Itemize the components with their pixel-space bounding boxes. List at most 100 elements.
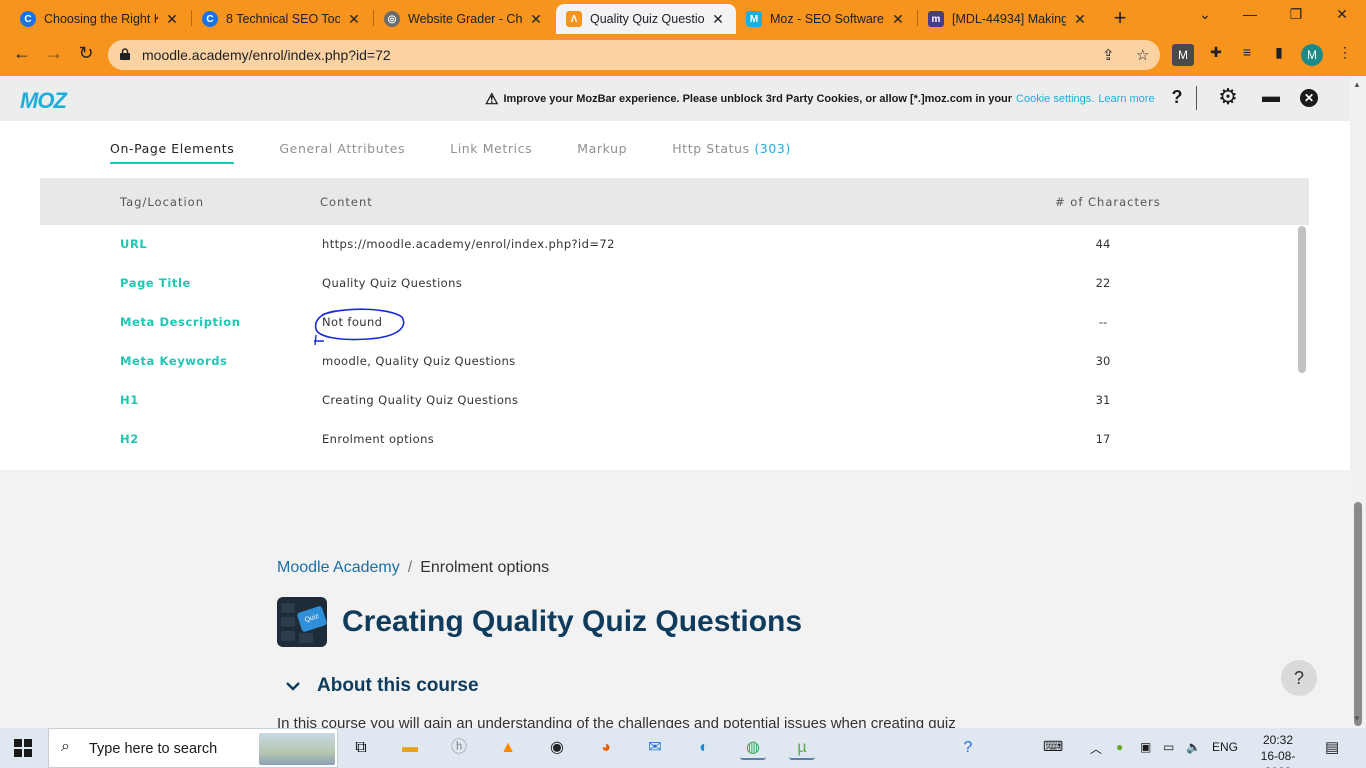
breadcrumb-current: Enrolment options	[420, 559, 550, 576]
breadcrumb-home-link[interactable]: Moodle Academy	[277, 559, 400, 576]
learn-more-link[interactable]: Learn more	[1098, 93, 1154, 105]
warning-triangle-icon: ⚠	[485, 91, 499, 108]
tab-general-attributes[interactable]: General Attributes	[279, 141, 405, 164]
bookmark-star-icon[interactable]: ☆	[1136, 46, 1149, 64]
table-row: URL https://moodle.academy/enrol/index.p…	[40, 225, 1295, 264]
tab-close-icon[interactable]: ✕	[164, 11, 180, 28]
close-window-icon[interactable]: ✕	[1332, 6, 1352, 23]
scroll-up-icon[interactable]: ▲	[1353, 80, 1361, 89]
table-row: Meta Description Not found --	[40, 303, 1295, 345]
page-scrollbar[interactable]: ▲ ▼	[1350, 76, 1366, 728]
row-chars: 22	[1095, 276, 1111, 290]
tab-close-icon[interactable]: ✕	[346, 11, 362, 28]
back-icon[interactable]: ←	[10, 43, 34, 64]
volume-icon[interactable]: 🔈	[1186, 740, 1201, 754]
http-status-count: (303)	[754, 141, 791, 156]
scroll-down-icon[interactable]: ▼	[1353, 714, 1361, 723]
browser-tab[interactable]: C 8 Technical SEO Tools ✕	[192, 4, 372, 34]
language-indicator[interactable]: ENG	[1212, 740, 1238, 754]
lock-icon	[120, 48, 130, 60]
keyboard-icon[interactable]: ⌨	[1043, 738, 1063, 755]
settings-gear-icon[interactable]: ⚙	[1216, 84, 1240, 110]
edge-icon[interactable]: ◐	[691, 736, 717, 760]
tab-search-icon[interactable]: ⌄	[1195, 6, 1215, 23]
taskbar-search-box[interactable]: ⌕ Type here to search	[48, 728, 338, 768]
about-section-toggle[interactable]: About this course	[285, 675, 479, 697]
clock-date: 16-08-2023	[1260, 749, 1296, 768]
cookie-warning: ⚠ Improve your MozBar experience. Please…	[485, 90, 1155, 108]
row-content: Enrolment options	[322, 432, 435, 446]
tab-http-status[interactable]: Http Status (303)	[672, 141, 791, 164]
row-chars: 17	[1095, 432, 1111, 446]
tab-title: Website Grader - Chec	[408, 12, 522, 26]
browser-tab-active[interactable]: Λ Quality Quiz Question ✕	[556, 4, 736, 34]
tab-close-icon[interactable]: ✕	[1072, 11, 1088, 28]
row-chars: 31	[1095, 393, 1111, 407]
utorrent-icon[interactable]: µ	[789, 736, 815, 760]
search-placeholder: Type here to search	[89, 741, 218, 757]
firefox-icon[interactable]: ◕	[593, 736, 619, 760]
restore-icon[interactable]: ❐	[1286, 6, 1306, 23]
file-explorer-icon[interactable]: ▬	[397, 736, 423, 760]
browser-tab[interactable]: m [MDL-44934] Making ✕	[918, 4, 1098, 34]
mozbar-help-icon[interactable]: ?	[1165, 87, 1189, 108]
moz-onpage-panel: On-Page Elements General Attributes Link…	[0, 121, 1350, 470]
http-status-label: Http Status	[672, 141, 750, 156]
reload-icon[interactable]: ↻	[74, 43, 98, 64]
c-favicon-icon: C	[20, 11, 36, 27]
notifications-icon[interactable]: ▤	[1325, 738, 1339, 756]
profile-avatar[interactable]: M	[1301, 44, 1323, 66]
row-tag: H2	[120, 432, 139, 446]
task-view-icon[interactable]: ⧉	[348, 736, 374, 760]
row-content: https://moodle.academy/enrol/index.php?i…	[322, 237, 615, 251]
hp-app-icon[interactable]: ⓗ	[446, 736, 472, 760]
windows-start-icon[interactable]	[14, 739, 32, 757]
side-panel-icon[interactable]: ▮	[1268, 44, 1290, 66]
panel-scrollbar[interactable]	[1298, 226, 1306, 373]
course-image: Quiz	[277, 597, 327, 647]
scrollbar-thumb[interactable]	[1354, 502, 1362, 726]
browser-tab[interactable]: C Choosing the Right Ke ✕	[10, 4, 190, 34]
system-clock[interactable]: 20:32 16-08-2023	[1250, 732, 1306, 768]
tab-title: Choosing the Right Ke	[44, 12, 158, 26]
moz-logo[interactable]: MOZ	[20, 88, 67, 114]
browser-tab[interactable]: M Moz - SEO Software fo ✕	[736, 4, 916, 34]
tray-device-icon[interactable]: ▣	[1140, 740, 1151, 754]
mail-icon[interactable]: ✉	[642, 736, 668, 760]
minimize-icon[interactable]: —	[1240, 6, 1260, 22]
extensions-puzzle-icon[interactable]: ✚	[1205, 44, 1227, 66]
tray-app-icon[interactable]: ●	[1116, 740, 1123, 754]
battery-icon[interactable]: ▭	[1163, 740, 1174, 754]
address-bar[interactable]: moodle.academy/enrol/index.php?id=72 ⇪ ☆	[108, 40, 1160, 70]
clock-time: 20:32	[1262, 733, 1294, 747]
share-icon[interactable]: ⇪	[1102, 46, 1115, 64]
tab-strip: C Choosing the Right Ke ✕ C 8 Technical …	[0, 0, 1366, 34]
row-tag: Meta Keywords	[120, 354, 228, 368]
tab-close-icon[interactable]: ✕	[710, 11, 726, 28]
chevron-down-icon[interactable]	[285, 678, 305, 695]
vlc-icon[interactable]: ▲	[495, 736, 521, 760]
warning-text: Improve your MozBar experience. Please u…	[503, 93, 1013, 105]
page-help-button[interactable]: ?	[1281, 660, 1317, 696]
tab-close-icon[interactable]: ✕	[528, 11, 544, 28]
tab-on-page-elements[interactable]: On-Page Elements	[110, 141, 235, 164]
tab-link-metrics[interactable]: Link Metrics	[450, 141, 532, 164]
mozbar-close-icon[interactable]: ✕	[1300, 89, 1318, 107]
chrome-taskbar-icon[interactable]: ◍	[740, 736, 766, 760]
help-tips-icon[interactable]: ?	[955, 736, 981, 760]
tab-close-icon[interactable]: ✕	[890, 11, 906, 28]
column-header-chars: # of Characters	[1055, 195, 1161, 209]
new-tab-button[interactable]: +	[1110, 5, 1130, 31]
show-hidden-icons-icon[interactable]: ︿	[1090, 740, 1102, 757]
mozbar-extension-icon[interactable]: M	[1172, 44, 1194, 66]
media-app-icon[interactable]: ◉	[544, 736, 570, 760]
chrome-menu-icon[interactable]: ⋮	[1334, 44, 1356, 66]
minimize-bar-icon[interactable]: ▬	[1259, 86, 1283, 107]
media-control-icon[interactable]: ≡	[1236, 44, 1258, 66]
mozbar-divider	[1196, 86, 1197, 110]
url-text[interactable]: moodle.academy/enrol/index.php?id=72	[142, 47, 391, 63]
tab-markup[interactable]: Markup	[577, 141, 627, 164]
forward-icon[interactable]: →	[42, 43, 66, 64]
browser-tab[interactable]: ◎ Website Grader - Chec ✕	[374, 4, 554, 34]
cookie-settings-link[interactable]: Cookie settings.	[1016, 93, 1094, 105]
